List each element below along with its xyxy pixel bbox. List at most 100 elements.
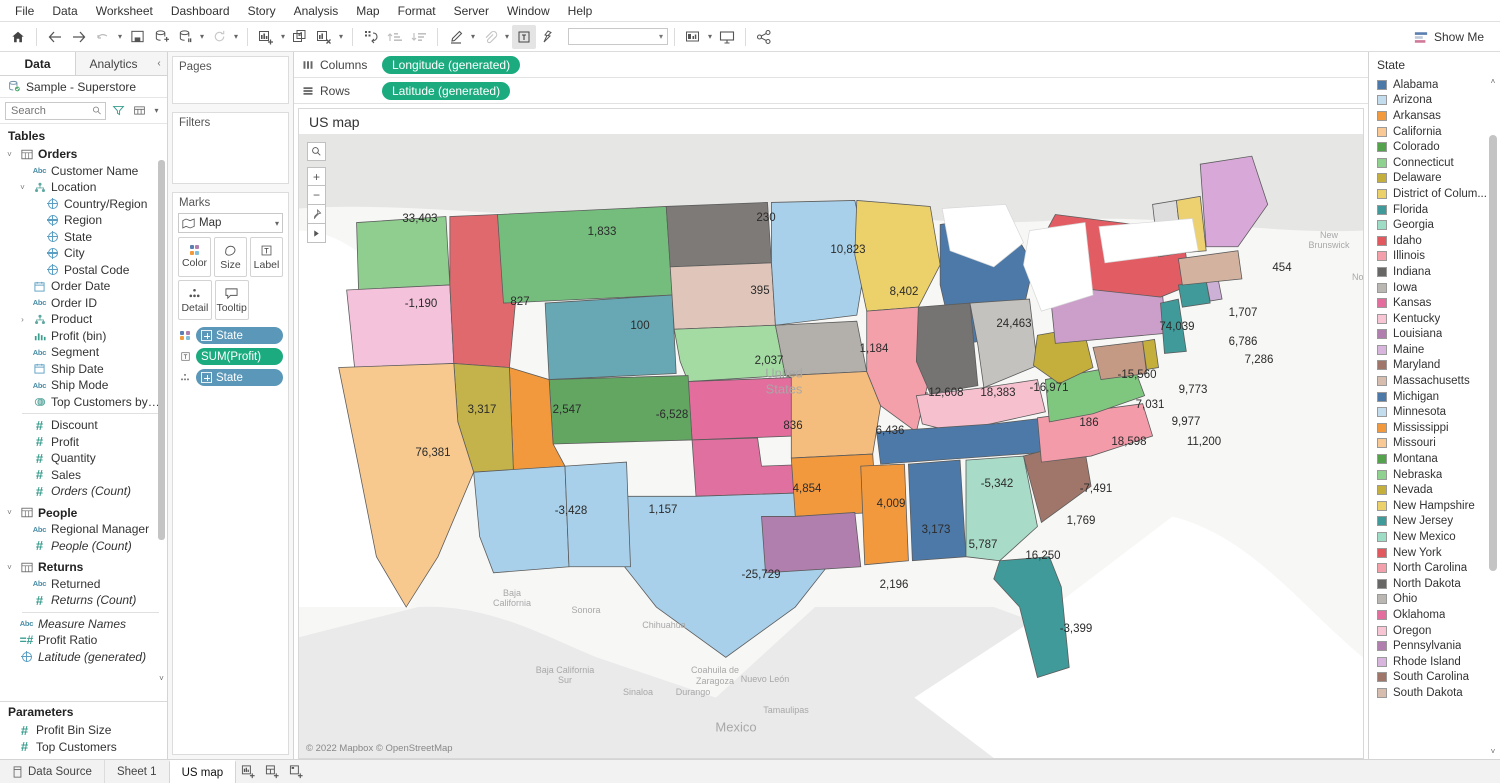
map-search-icon[interactable] bbox=[307, 142, 326, 161]
legend-item[interactable]: Rhode Island bbox=[1369, 654, 1488, 670]
sheet-tab-us-map[interactable]: US map bbox=[169, 760, 237, 783]
menu-dashboard[interactable]: Dashboard bbox=[162, 2, 239, 20]
map-state-oregon[interactable] bbox=[347, 285, 454, 368]
fit-caret-icon[interactable]: ▾ bbox=[705, 25, 715, 49]
legend-item[interactable]: New Mexico bbox=[1369, 529, 1488, 545]
legend-item[interactable]: Florida bbox=[1369, 202, 1488, 218]
pill-sum-profit-[interactable]: SUM(Profit) bbox=[196, 348, 283, 365]
map-state-nebraska[interactable] bbox=[674, 325, 785, 381]
field-order-id[interactable]: AbcOrder ID bbox=[0, 295, 167, 312]
duplicate-sheet-icon[interactable] bbox=[288, 25, 312, 49]
field-quantity[interactable]: #Quantity bbox=[0, 450, 167, 467]
parameter-top-customers[interactable]: #Top Customers bbox=[0, 739, 167, 756]
field-profit-ratio[interactable]: =#Profit Ratio bbox=[0, 632, 167, 649]
refresh-icon[interactable] bbox=[207, 25, 231, 49]
parameter-profit-bin-size[interactable]: #Profit Bin Size bbox=[0, 722, 167, 739]
new-worksheet-tab-icon[interactable] bbox=[236, 760, 260, 783]
legend-item[interactable]: Kansas bbox=[1369, 295, 1488, 311]
map-state-mississippi[interactable] bbox=[861, 464, 909, 565]
presentation-mode-icon[interactable] bbox=[715, 25, 739, 49]
swap-axes-icon[interactable] bbox=[359, 25, 383, 49]
clear-caret-icon[interactable]: ▾ bbox=[336, 25, 346, 49]
field-ship-date[interactable]: Ship Date bbox=[0, 361, 167, 378]
map-zoom-in-icon[interactable]: + bbox=[307, 167, 326, 186]
show-me-button[interactable]: Show Me bbox=[1408, 26, 1490, 48]
tooltip-button[interactable]: Tooltip bbox=[215, 280, 249, 320]
search-input[interactable] bbox=[9, 104, 92, 118]
field-order-date[interactable]: Order Date bbox=[0, 278, 167, 295]
map-state-colorado[interactable] bbox=[549, 376, 692, 444]
data-source-tab[interactable]: Data Source bbox=[0, 760, 105, 783]
field-product[interactable]: ›Product bbox=[0, 311, 167, 328]
legend-item[interactable]: Michigan bbox=[1369, 389, 1488, 405]
map-expand-icon[interactable] bbox=[307, 224, 326, 243]
field-regional-manager[interactable]: AbcRegional Manager bbox=[0, 521, 167, 538]
expand-hierarchy-icon[interactable] bbox=[201, 372, 212, 383]
field-tree-scrollbar[interactable]: ˄ ˅ bbox=[157, 126, 166, 699]
scroll-down-icon[interactable]: ˅ bbox=[157, 674, 166, 684]
filters-card[interactable]: Filters bbox=[172, 112, 289, 184]
legend-item[interactable]: New Hampshire bbox=[1369, 498, 1488, 514]
menu-worksheet[interactable]: Worksheet bbox=[87, 2, 162, 20]
sort-menu-caret-icon[interactable]: ▾ bbox=[151, 102, 162, 120]
legend-item[interactable]: Oregon bbox=[1369, 623, 1488, 639]
legend-item[interactable]: North Carolina bbox=[1369, 560, 1488, 576]
expand-hierarchy-icon[interactable] bbox=[201, 330, 212, 341]
data-source-caret-icon[interactable]: ▾ bbox=[197, 25, 207, 49]
twisty-down-icon[interactable]: ˅ bbox=[4, 508, 15, 517]
map-state-iowa[interactable] bbox=[775, 321, 866, 375]
field-region[interactable]: Region bbox=[0, 212, 167, 229]
legend-item[interactable]: Arizona bbox=[1369, 93, 1488, 109]
detail-icon[interactable] bbox=[178, 372, 192, 383]
pill-state[interactable]: State bbox=[196, 369, 283, 386]
legend-item[interactable]: Iowa bbox=[1369, 280, 1488, 296]
map-state-maryland[interactable] bbox=[1093, 341, 1147, 379]
legend-item[interactable]: Ohio bbox=[1369, 592, 1488, 608]
forward-icon[interactable] bbox=[67, 25, 91, 49]
field-location[interactable]: ˅Location bbox=[0, 179, 167, 196]
detail-button[interactable]: Detail bbox=[178, 280, 212, 320]
pause-data-source-icon[interactable] bbox=[173, 25, 197, 49]
datasource-row[interactable]: Sample - Superstore bbox=[0, 76, 167, 98]
label-icon[interactable] bbox=[178, 351, 192, 362]
legend-item[interactable]: North Dakota bbox=[1369, 576, 1488, 592]
map-state-wyoming[interactable] bbox=[545, 295, 676, 380]
field-returns-count[interactable]: #Returns (Count) bbox=[0, 592, 167, 609]
map-state-missouri[interactable] bbox=[785, 372, 880, 459]
field-profit-bin[interactable]: Profit (bin) bbox=[0, 328, 167, 345]
field-ship-mode[interactable]: AbcShip Mode bbox=[0, 377, 167, 394]
legend-item[interactable]: New York bbox=[1369, 545, 1488, 561]
field-latitude-generated[interactable]: Latitude (generated) bbox=[0, 649, 167, 666]
tab-analytics[interactable]: Analytics bbox=[76, 52, 151, 75]
map-state-washington[interactable] bbox=[357, 217, 450, 290]
home-icon[interactable] bbox=[6, 25, 30, 49]
legend-item[interactable]: Colorado bbox=[1369, 139, 1488, 155]
legend-item[interactable]: Mississippi bbox=[1369, 420, 1488, 436]
legend-item[interactable]: Oklahoma bbox=[1369, 607, 1488, 623]
menu-server[interactable]: Server bbox=[445, 2, 498, 20]
field-orders-count[interactable]: #Orders (Count) bbox=[0, 483, 167, 500]
legend-item[interactable]: South Dakota bbox=[1369, 685, 1488, 701]
filter-icon[interactable] bbox=[109, 102, 127, 120]
field-returns[interactable]: ˅Returns bbox=[0, 559, 167, 576]
size-button[interactable]: Size bbox=[214, 237, 247, 277]
legend-item[interactable]: Massachusetts bbox=[1369, 373, 1488, 389]
field-postal-code[interactable]: Postal Code bbox=[0, 262, 167, 279]
field-measure-names[interactable]: AbcMeasure Names bbox=[0, 616, 167, 633]
columns-pill-longitude[interactable]: Longitude (generated) bbox=[382, 56, 520, 74]
field-state[interactable]: State bbox=[0, 229, 167, 246]
map-state-kansas[interactable] bbox=[688, 378, 795, 440]
menu-format[interactable]: Format bbox=[389, 2, 445, 20]
sort-ascending-icon[interactable] bbox=[383, 25, 407, 49]
twisty-right-icon[interactable]: › bbox=[17, 315, 28, 324]
fit-select[interactable]: ▾ bbox=[568, 28, 668, 45]
menu-window[interactable]: Window bbox=[498, 2, 559, 20]
pill-state[interactable]: State bbox=[196, 327, 283, 344]
field-country-region[interactable]: Country/Region bbox=[0, 196, 167, 213]
share-icon[interactable] bbox=[752, 25, 776, 49]
menu-file[interactable]: File bbox=[6, 2, 43, 20]
field-discount[interactable]: #Discount bbox=[0, 417, 167, 434]
undo-caret-icon[interactable]: ▾ bbox=[115, 25, 125, 49]
rows-pill-latitude[interactable]: Latitude (generated) bbox=[382, 82, 510, 100]
highlight-icon[interactable] bbox=[444, 25, 468, 49]
